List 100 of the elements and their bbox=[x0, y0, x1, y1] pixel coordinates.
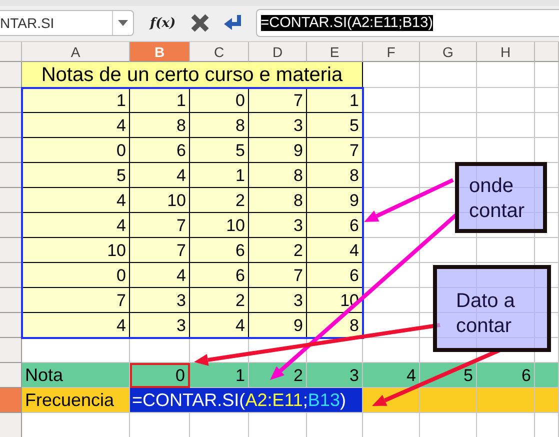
row-header[interactable] bbox=[0, 213, 22, 238]
table-cell bbox=[535, 88, 559, 113]
table-cell: 6 bbox=[307, 213, 363, 238]
table-cell bbox=[420, 113, 477, 138]
table-cell bbox=[477, 388, 535, 413]
row-header[interactable] bbox=[0, 138, 22, 163]
table-cell bbox=[477, 88, 535, 113]
table-cell: 5 bbox=[307, 113, 363, 138]
table-cell bbox=[535, 363, 559, 388]
table-cell: 6 bbox=[130, 138, 190, 163]
row-label: Frecuencia bbox=[22, 388, 130, 413]
table-cell: 9 bbox=[249, 313, 307, 338]
table-cell: 0 bbox=[130, 363, 190, 388]
table-cell: 4 bbox=[22, 188, 130, 213]
table-cell: 2 bbox=[190, 288, 249, 313]
name-box[interactable]: NTAR.SI bbox=[0, 10, 134, 36]
table-cell: 0 bbox=[22, 263, 130, 288]
table-cell: 7 bbox=[130, 238, 190, 263]
table-cell: 4 bbox=[190, 313, 249, 338]
table-cell: 1 bbox=[190, 363, 249, 388]
table-cell: 4 bbox=[22, 113, 130, 138]
table-cell: 2 bbox=[249, 238, 307, 263]
table-cell: 4 bbox=[363, 363, 420, 388]
table-cell bbox=[363, 138, 420, 163]
cancel-icon[interactable] bbox=[190, 13, 210, 33]
function-wizard-button[interactable]: f(x) bbox=[148, 14, 178, 32]
table-cell: 8 bbox=[130, 113, 190, 138]
table-cell: 6 bbox=[190, 263, 249, 288]
table-cell: 7 bbox=[22, 288, 130, 313]
table-cell bbox=[420, 62, 477, 88]
table-cell: 5 bbox=[190, 138, 249, 163]
table-cell bbox=[477, 62, 535, 88]
table-cell: 8 bbox=[249, 163, 307, 188]
formula-input[interactable]: =CONTAR.SI(A2:E11;B13) bbox=[256, 9, 559, 37]
table-cell: 9 bbox=[307, 188, 363, 213]
row-header[interactable] bbox=[0, 313, 22, 338]
table-cell bbox=[363, 113, 420, 138]
table-cell: 3 bbox=[249, 113, 307, 138]
table-cell: 10 bbox=[130, 188, 190, 213]
table-cell: 10 bbox=[190, 213, 249, 238]
callout-text: Dato a contar bbox=[456, 289, 516, 339]
table-cell bbox=[535, 62, 559, 88]
table-cell: 8 bbox=[190, 113, 249, 138]
row-header[interactable] bbox=[0, 163, 22, 188]
table-cell: 9 bbox=[249, 138, 307, 163]
table-cell bbox=[363, 62, 420, 88]
table-cell: 6 bbox=[477, 363, 535, 388]
column-header[interactable]: F bbox=[363, 42, 420, 62]
table-cell: 2 bbox=[190, 188, 249, 213]
row-header[interactable] bbox=[0, 288, 22, 313]
table-cell: 4 bbox=[130, 163, 190, 188]
table-cell: 6 bbox=[190, 238, 249, 263]
table-cell: 7 bbox=[130, 213, 190, 238]
table-cell bbox=[420, 88, 477, 113]
table-cell: 4 bbox=[130, 263, 190, 288]
table-cell: 7 bbox=[249, 263, 307, 288]
table-cell bbox=[535, 238, 559, 263]
table-cell: 3 bbox=[130, 313, 190, 338]
table-cell bbox=[363, 163, 420, 188]
row-header[interactable] bbox=[0, 238, 22, 263]
table-cell: 8 bbox=[307, 163, 363, 188]
callout-text: onde contar bbox=[469, 174, 526, 224]
table-cell: 3 bbox=[307, 363, 363, 388]
column-header[interactable]: D bbox=[249, 42, 307, 62]
table-title: Notas de un certo curso e materia bbox=[22, 62, 363, 88]
column-header[interactable]: H bbox=[477, 42, 535, 62]
table-cell: 6 bbox=[307, 263, 363, 288]
column-header[interactable]: G bbox=[420, 42, 477, 62]
table-cell bbox=[363, 88, 420, 113]
table-cell bbox=[363, 238, 420, 263]
table-cell: 4 bbox=[307, 238, 363, 263]
table-cell: 1 bbox=[307, 88, 363, 113]
table-cell: 5 bbox=[22, 163, 130, 188]
row-label: Nota bbox=[22, 363, 130, 388]
table-cell: 3 bbox=[249, 213, 307, 238]
table-cell: 1 bbox=[190, 163, 249, 188]
table-cell: 0 bbox=[190, 88, 249, 113]
row-header[interactable] bbox=[0, 263, 22, 288]
table-cell: 3 bbox=[130, 288, 190, 313]
table-cell: 8 bbox=[249, 188, 307, 213]
table-cell bbox=[477, 238, 535, 263]
table-cell bbox=[535, 388, 559, 413]
column-header[interactable]: C bbox=[190, 42, 249, 62]
column-header[interactable]: E bbox=[307, 42, 363, 62]
table-cell bbox=[420, 388, 477, 413]
row-header[interactable] bbox=[0, 188, 22, 213]
column-header[interactable]: A bbox=[22, 42, 130, 62]
table-cell: 7 bbox=[249, 88, 307, 113]
enter-icon[interactable] bbox=[222, 13, 244, 33]
row-header[interactable] bbox=[0, 88, 22, 113]
table-cell: 7 bbox=[307, 138, 363, 163]
formula-cell[interactable]: =CONTAR.SI(A2:E11;B13) bbox=[130, 388, 363, 413]
table-cell: 1 bbox=[130, 88, 190, 113]
table-cell: 4 bbox=[22, 313, 130, 338]
table-cell: 4 bbox=[22, 213, 130, 238]
row-header[interactable] bbox=[0, 113, 22, 138]
table-cell: 0 bbox=[22, 138, 130, 163]
table-cell bbox=[535, 113, 559, 138]
table-cell: 3 bbox=[249, 288, 307, 313]
table-cell: 2 bbox=[249, 363, 307, 388]
